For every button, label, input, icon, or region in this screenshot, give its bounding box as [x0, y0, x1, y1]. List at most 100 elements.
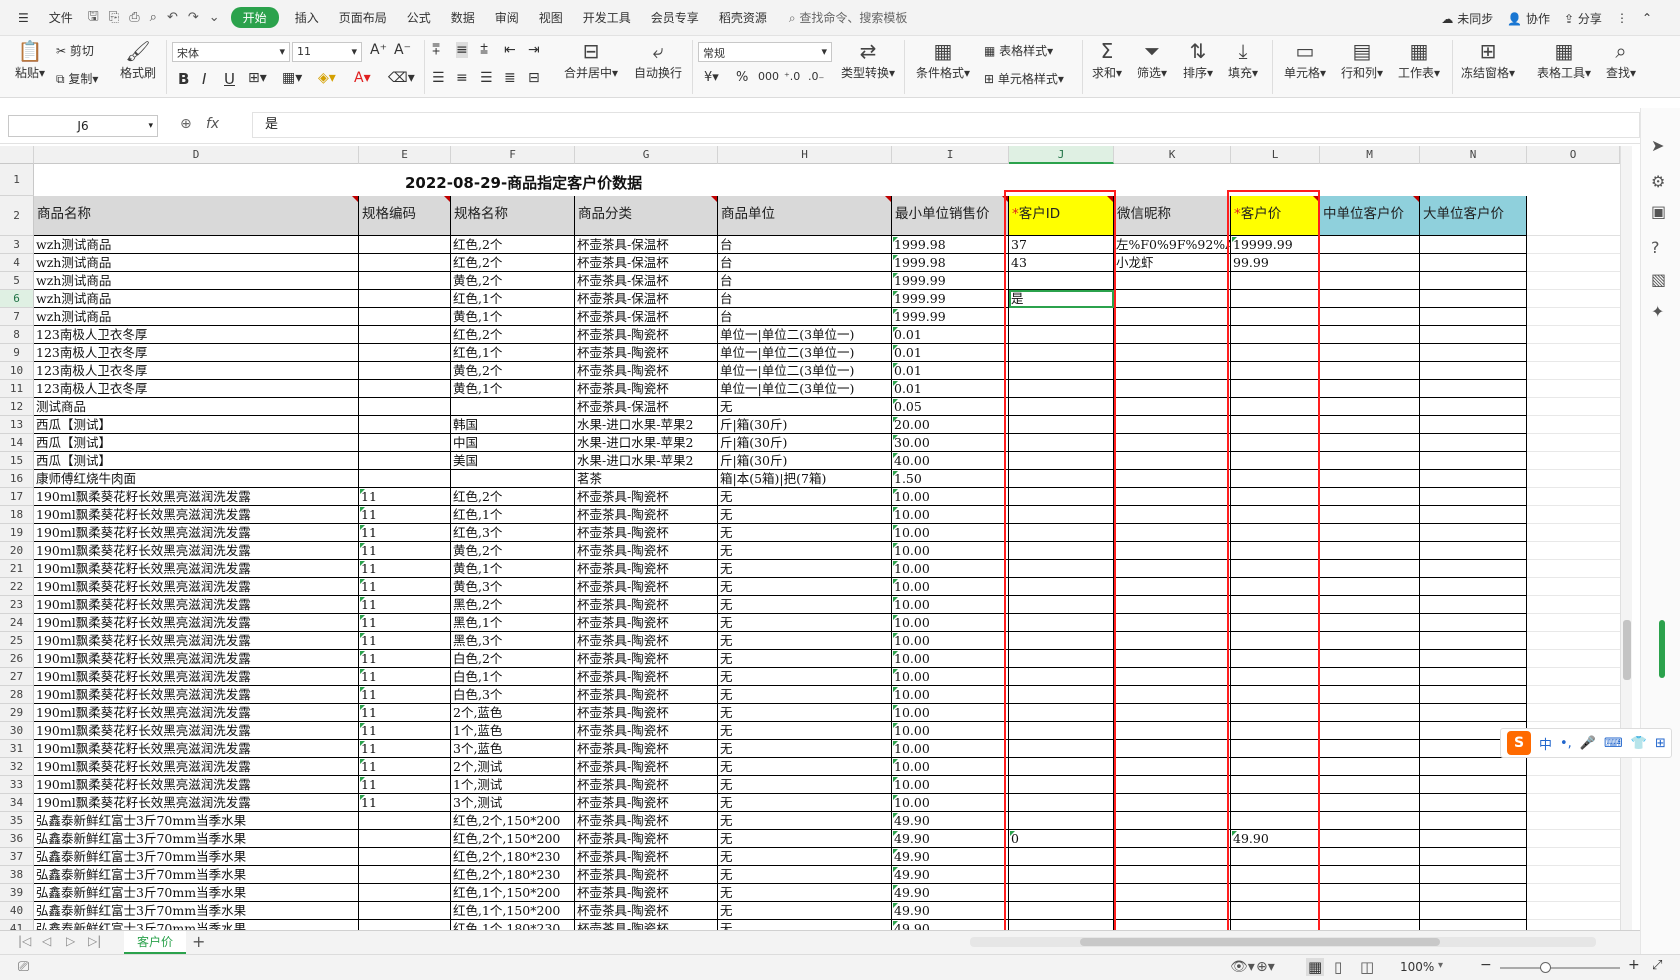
row-header[interactable]: 36	[0, 830, 34, 848]
table-cell[interactable]: 0.01	[892, 326, 1009, 344]
currency-icon[interactable]: ¥▾	[704, 70, 719, 85]
table-cell[interactable]: 无	[718, 632, 892, 650]
column-header-h[interactable]: H	[718, 146, 892, 164]
row-header[interactable]: 4	[0, 254, 34, 272]
justify-icon[interactable]: ≣	[504, 70, 516, 86]
row-header[interactable]: 23	[0, 596, 34, 614]
table-cell[interactable]	[1320, 488, 1420, 506]
table-cell[interactable]: 190ml飘柔葵花籽长效黑亮滋润洗发露	[34, 596, 359, 614]
table-cell[interactable]: 黄色,2个	[451, 272, 575, 290]
table-cell[interactable]	[1420, 830, 1527, 848]
table-cell[interactable]: 11	[359, 704, 451, 722]
table-cell[interactable]: 无	[718, 614, 892, 632]
table-cell[interactable]: 11	[359, 758, 451, 776]
row-header[interactable]: 15	[0, 452, 34, 470]
table-cell[interactable]: 红色,2个	[451, 326, 575, 344]
table-cell[interactable]	[359, 884, 451, 902]
row-header[interactable]: 9	[0, 344, 34, 362]
table-cell[interactable]	[359, 308, 451, 326]
row-header[interactable]: 2	[0, 196, 34, 236]
empty-cell[interactable]	[1527, 668, 1620, 686]
table-cell[interactable]	[1320, 740, 1420, 758]
italic-icon[interactable]: I	[202, 70, 206, 88]
table-cell[interactable]	[1114, 668, 1231, 686]
redo-icon[interactable]: ↷	[183, 10, 204, 25]
page-layout-view-icon[interactable]: ▯	[1334, 958, 1342, 976]
save-icon[interactable]: 🖫	[83, 7, 104, 29]
normal-view-icon[interactable]: ▦	[1306, 958, 1325, 976]
row-header[interactable]: 11	[0, 380, 34, 398]
empty-cell[interactable]	[1527, 686, 1620, 704]
empty-cell[interactable]	[1527, 344, 1620, 362]
table-cell[interactable]: 杯壶茶具-陶瓷杯	[575, 326, 718, 344]
table-cell[interactable]	[1320, 272, 1420, 290]
table-cell[interactable]: 无	[718, 884, 892, 902]
column-title[interactable]: 商品名称	[34, 196, 359, 236]
table-cell[interactable]: 49.90	[892, 848, 1009, 866]
empty-cell[interactable]	[1527, 614, 1620, 632]
table-cell[interactable]: 台	[718, 272, 892, 290]
table-cell[interactable]: 杯壶茶具-保温杯	[575, 290, 718, 308]
increase-indent-icon[interactable]: ⇥	[528, 42, 540, 58]
table-cell[interactable]: 杯壶茶具-陶瓷杯	[575, 596, 718, 614]
table-cell[interactable]: 红色,2个,180*230	[451, 848, 575, 866]
macro-record-icon[interactable]: ⎚	[18, 959, 29, 975]
spreadsheet-grid[interactable]: D E F G H I J K L M N O 1 2022-08-29-商品指定客户价数据 2 商品名称 规格…	[0, 146, 1620, 930]
h-scroll-thumb[interactable]	[1080, 938, 1440, 946]
table-cell[interactable]	[359, 452, 451, 470]
table-cell[interactable]: 杯壶茶具-保温杯	[575, 254, 718, 272]
table-cell[interactable]	[1114, 398, 1231, 416]
table-cell[interactable]: 红色,1个,150*200	[451, 884, 575, 902]
wrap-text-button[interactable]: ⤶ 自动换行	[630, 40, 686, 81]
table-cell[interactable]: 10.00	[892, 614, 1009, 632]
empty-cell[interactable]	[1527, 470, 1620, 488]
column-header-l[interactable]: L	[1231, 146, 1320, 164]
table-cell[interactable]	[1114, 884, 1231, 902]
table-cell[interactable]	[1320, 362, 1420, 380]
table-cell[interactable]: wzh测试商品	[34, 272, 359, 290]
row-header[interactable]: 22	[0, 578, 34, 596]
table-cell[interactable]: 190ml飘柔葵花籽长效黑亮滋润洗发露	[34, 758, 359, 776]
fill-button[interactable]: ⤓ 填充▾	[1224, 40, 1262, 81]
table-cell[interactable]: 杯壶茶具-陶瓷杯	[575, 650, 718, 668]
empty-cell[interactable]	[1527, 920, 1620, 930]
find-button[interactable]: ⌕ 查找▾	[1604, 40, 1638, 81]
table-cell[interactable]	[1320, 524, 1420, 542]
table-cell[interactable]	[1320, 470, 1420, 488]
table-cell[interactable]: 11	[359, 632, 451, 650]
table-cell[interactable]: 台	[718, 290, 892, 308]
table-cell[interactable]	[1420, 416, 1527, 434]
table-cell[interactable]	[1420, 470, 1527, 488]
table-cell[interactable]	[1420, 578, 1527, 596]
table-cell[interactable]: 茗茶	[575, 470, 718, 488]
empty-cell[interactable]	[1527, 196, 1620, 236]
table-cell[interactable]: 无	[718, 686, 892, 704]
table-cell[interactable]: 无	[718, 794, 892, 812]
print-icon[interactable]: ⎙	[124, 10, 144, 25]
table-cell[interactable]	[1114, 722, 1231, 740]
table-cell[interactable]: wzh测试商品	[34, 236, 359, 254]
table-cell[interactable]: 无	[718, 578, 892, 596]
table-cell[interactable]	[1420, 488, 1527, 506]
table-cell[interactable]: 190ml飘柔葵花籽长效黑亮滋润洗发露	[34, 488, 359, 506]
table-cell[interactable]	[1320, 650, 1420, 668]
table-cell[interactable]	[359, 398, 451, 416]
table-cell[interactable]	[1420, 452, 1527, 470]
table-cell[interactable]: 1个,测试	[451, 776, 575, 794]
table-cell[interactable]	[1114, 704, 1231, 722]
table-cell[interactable]: 康师傅红烧牛肉面	[34, 470, 359, 488]
table-cell[interactable]: 11	[359, 506, 451, 524]
table-cell[interactable]: 10.00	[892, 704, 1009, 722]
table-cell[interactable]: 10.00	[892, 776, 1009, 794]
last-sheet-icon[interactable]: ▷|	[88, 934, 101, 948]
view-mode-icon[interactable]: ⊕▾	[1256, 959, 1275, 975]
table-cell[interactable]	[1320, 290, 1420, 308]
table-cell[interactable]: 无	[718, 920, 892, 930]
table-cell[interactable]: 11	[359, 794, 451, 812]
tab-insert[interactable]: 插入	[285, 9, 329, 26]
table-cell[interactable]	[1114, 794, 1231, 812]
column-header-n[interactable]: N	[1420, 146, 1527, 164]
table-cell[interactable]	[1320, 560, 1420, 578]
table-cell[interactable]	[359, 362, 451, 380]
row-header[interactable]: 31	[0, 740, 34, 758]
